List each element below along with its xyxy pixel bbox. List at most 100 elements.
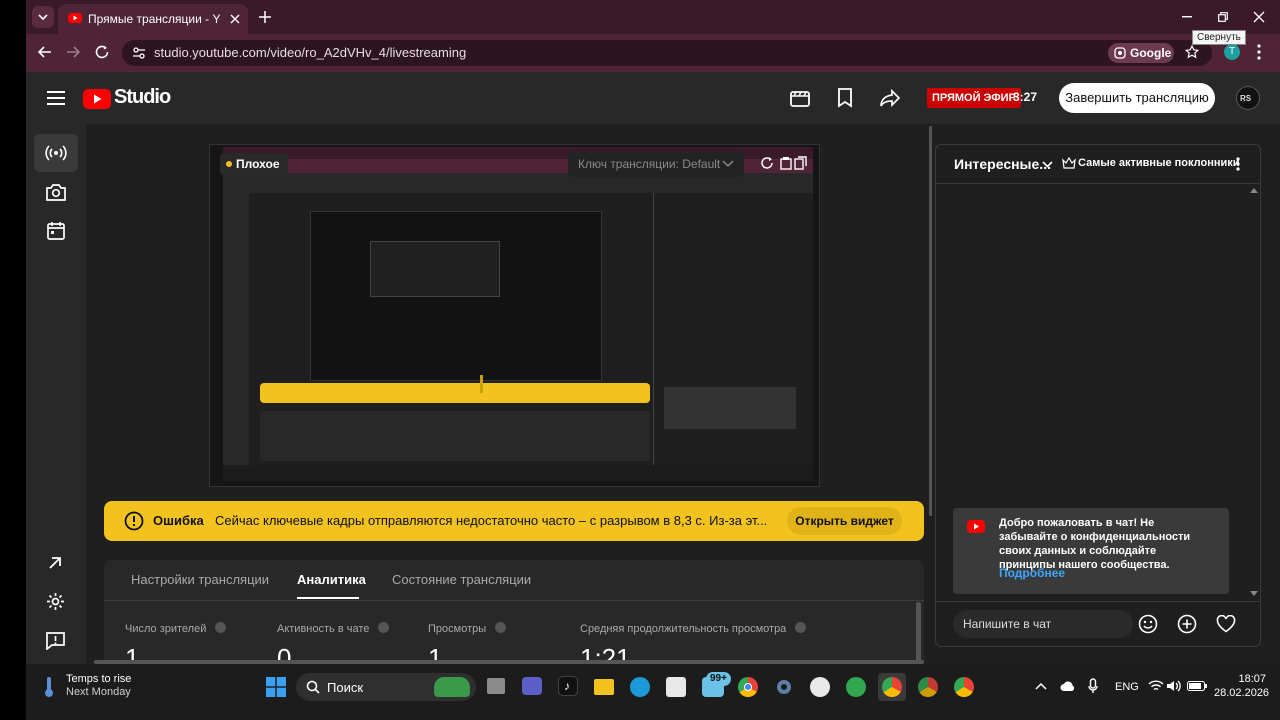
close-tab-icon[interactable] (230, 14, 240, 24)
learn-more-link[interactable]: Подробнее (999, 566, 1065, 580)
stat-views: Просмотры 1 (428, 619, 506, 664)
studio-logo[interactable]: Studio (83, 86, 173, 112)
scroll-down-icon[interactable] (1250, 591, 1258, 597)
tab-active-indicator (297, 597, 359, 599)
tiktok-icon[interactable]: ♪ (558, 676, 578, 696)
broadcast-icon (45, 145, 67, 161)
stat-chat-activity: Активность в чате 0 (277, 619, 389, 664)
edge-icon[interactable] (630, 677, 650, 697)
chrome-profile-icon-2[interactable] (954, 677, 974, 697)
teams-icon[interactable] (522, 677, 542, 695)
chevron-down-icon (1042, 161, 1053, 168)
clapperboard-icon[interactable] (790, 89, 810, 107)
file-explorer-icon[interactable] (594, 679, 614, 695)
stream-health-badge: Плохое (220, 153, 288, 175)
clock-time: 18:07 (1238, 673, 1266, 685)
browser-tab[interactable]: Прямые трансляции - YouTube (58, 4, 248, 34)
bookmark-icon[interactable] (837, 88, 853, 108)
analytics-card: Настройки трансляции Аналитика Состояние… (104, 560, 924, 664)
notification-badge: 99+ (706, 672, 731, 686)
scroll-up-icon[interactable] (1250, 187, 1258, 193)
stat-viewers: Число зрителей 1 (125, 619, 226, 664)
new-tab-icon[interactable] (258, 10, 272, 24)
microphone-icon[interactable] (1088, 678, 1098, 694)
weather-line2: Next Monday (66, 686, 131, 698)
tray-expand-chevron-icon[interactable] (1035, 682, 1047, 690)
left-nav (26, 124, 86, 664)
top-fans-button[interactable]: Самые активные поклонники (1060, 155, 1240, 173)
browser-menu-icon[interactable] (1257, 44, 1261, 60)
profile-avatar[interactable]: T (1224, 44, 1240, 60)
chat-more-icon[interactable] (1236, 157, 1240, 171)
end-stream-button[interactable]: Завершить трансляцию (1059, 83, 1215, 113)
tab-stream-settings[interactable]: Настройки трансляции (131, 572, 269, 587)
bookmark-star-icon[interactable] (1185, 45, 1199, 59)
chrome-profile-icon[interactable] (918, 677, 938, 697)
help-icon[interactable] (494, 622, 506, 633)
camera-icon[interactable] (46, 183, 66, 201)
reload-icon[interactable] (94, 44, 110, 60)
chrome-icon[interactable] (738, 677, 758, 697)
chevron-down-icon (722, 160, 734, 168)
hamburger-menu-icon[interactable] (47, 91, 65, 105)
back-arrow-icon[interactable] (38, 46, 52, 58)
calendar-icon[interactable] (47, 221, 65, 240)
stat-label: Просмотры (428, 623, 487, 635)
channel-avatar[interactable]: RS (1236, 86, 1260, 110)
wifi-icon[interactable] (1148, 680, 1164, 692)
open-widget-button[interactable]: Открыть виджет (787, 507, 902, 535)
tab-list-button[interactable] (32, 6, 54, 28)
close-window-icon[interactable] (1253, 11, 1265, 23)
emoji-icon[interactable] (1138, 614, 1158, 634)
weather-widget[interactable]: Temps to rise Next Monday (66, 673, 131, 698)
help-icon[interactable] (214, 622, 226, 633)
help-icon[interactable] (377, 622, 389, 633)
tab-stream-health[interactable]: Состояние трансляции (392, 572, 531, 587)
stat-label: Средняя продолжительность просмотра (580, 623, 787, 635)
share-icon[interactable] (879, 89, 901, 107)
taskbar-search[interactable]: Поиск (296, 673, 476, 701)
tab-analytics[interactable]: Аналитика (297, 572, 366, 587)
chevron-down-icon (38, 14, 48, 20)
refresh-icon[interactable] (760, 156, 774, 170)
clock[interactable]: 18:07 28.02.2026 (1214, 673, 1269, 699)
store-icon[interactable] (666, 677, 686, 697)
url-field[interactable]: studio.youtube.com/video/ro_A2dVHv_4/liv… (122, 40, 1212, 66)
gear-icon[interactable] (46, 592, 65, 611)
card-scrollbar[interactable] (916, 602, 921, 664)
chat-welcome-text: Добро пожаловать в чат! Не забывайте о к… (999, 517, 1191, 571)
site-info-icon[interactable] (132, 46, 146, 60)
copy-icon[interactable] (794, 156, 807, 170)
add-circle-icon[interactable] (1177, 614, 1197, 634)
top-fans-label: Самые активные поклонники (1078, 157, 1240, 169)
onedrive-cloud-icon[interactable] (1060, 680, 1076, 692)
youtube-logo-icon (967, 520, 985, 533)
keyboard-language[interactable]: ENG (1115, 681, 1139, 693)
green-app-icon[interactable] (846, 677, 866, 697)
maximize-icon[interactable] (1218, 12, 1228, 22)
youtube-logo-icon (83, 89, 111, 109)
forward-arrow-icon[interactable] (66, 46, 80, 58)
feedback-icon[interactable] (46, 632, 65, 650)
health-dot-icon (226, 161, 232, 167)
settings-gear-icon[interactable] (774, 677, 794, 697)
clock-app-icon[interactable] (810, 677, 830, 697)
chat-input-placeholder: Напишите в чат (963, 617, 1052, 631)
chat-mode-dropdown[interactable]: Интересные... (954, 155, 1054, 175)
crown-icon (1062, 157, 1076, 169)
help-icon[interactable] (794, 622, 806, 633)
chat-input[interactable]: Напишите в чат (953, 610, 1133, 638)
stream-key-label: Ключ трансляции: Default (578, 157, 721, 171)
external-link-arrow-icon[interactable] (48, 556, 62, 570)
clipboard-icon[interactable] (780, 156, 792, 170)
windows-start-icon[interactable] (266, 677, 286, 697)
google-chip[interactable]: Google (1108, 43, 1174, 63)
health-status-label: Плохое (236, 157, 280, 171)
minimize-icon[interactable] (1182, 16, 1192, 18)
heart-icon[interactable] (1216, 615, 1236, 633)
battery-icon[interactable] (1187, 681, 1207, 691)
volume-icon[interactable] (1166, 680, 1182, 692)
chrome-active-icon[interactable] (878, 673, 906, 701)
stream-key-dropdown[interactable]: Ключ трансляции: Default (568, 151, 744, 177)
task-view-icon[interactable] (487, 678, 505, 694)
